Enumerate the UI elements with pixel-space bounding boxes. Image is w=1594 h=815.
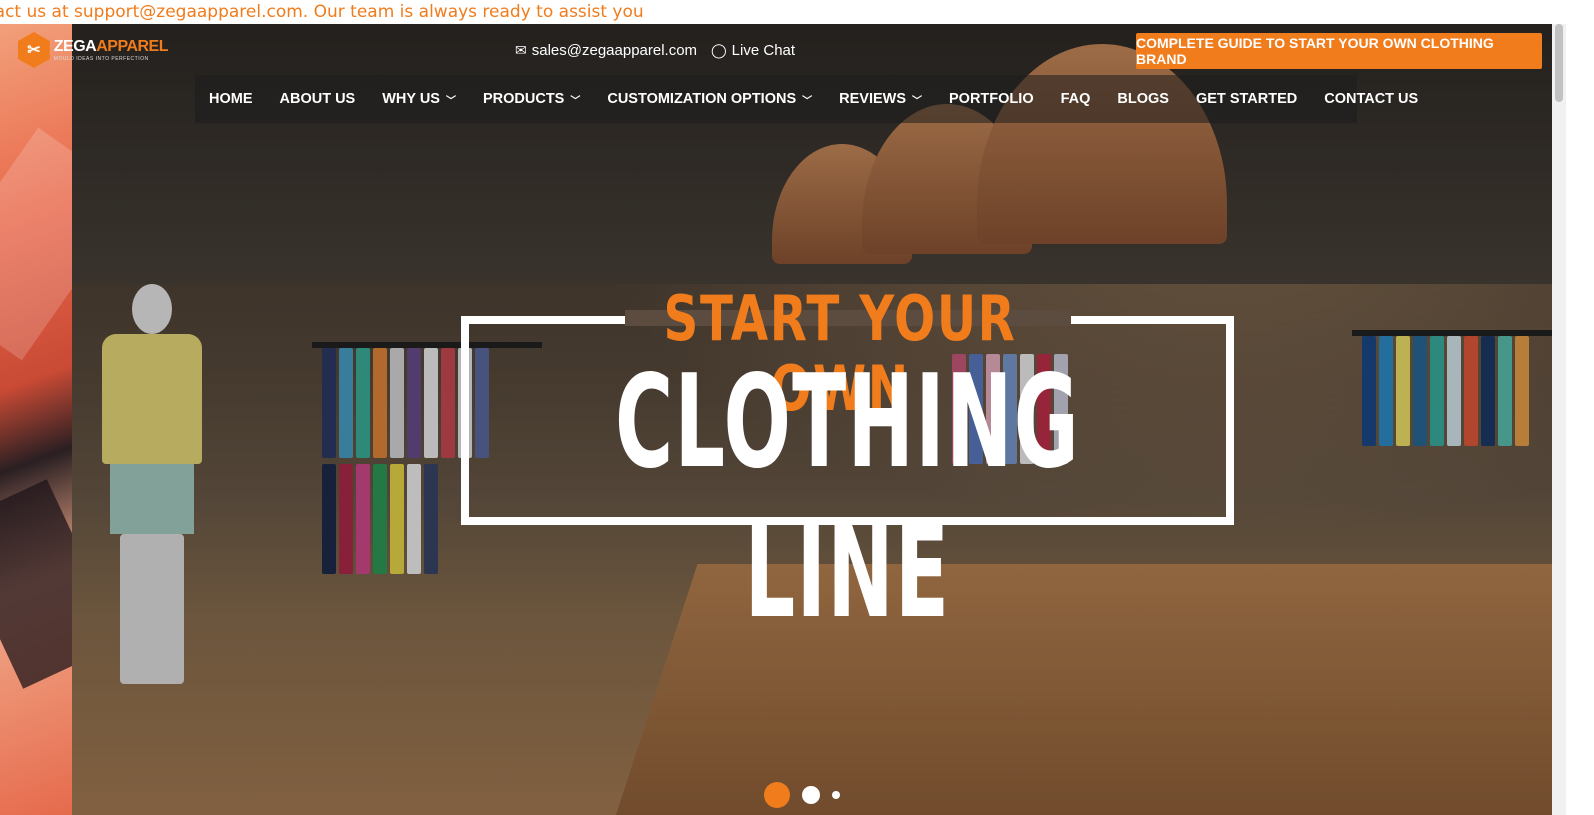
nav-label: HOME [209, 91, 253, 107]
slider-dot-2[interactable] [802, 786, 820, 804]
chat-bubble-icon: ◯ [711, 41, 727, 58]
hero-headline-main: CLOTHING LINE [615, 348, 1080, 647]
live-chat-label: Live Chat [731, 41, 796, 59]
nav-label: ABOUT US [279, 91, 356, 107]
main-navigation: HOME ABOUT US WHY US ﹀ PRODUCTS ﹀ CUSTOMIZ… [195, 75, 1418, 123]
logo-tagline: MOULD IDEAS INTO PERFECTION [53, 55, 149, 62]
nav-label: CONTACT US [1324, 91, 1419, 107]
scrollbar-thumb[interactable] [1555, 24, 1563, 102]
email-label: sales@zegaapparel.com [531, 41, 698, 59]
announcement-ticker: tact us at support@zegaapparel.com. Our … [0, 0, 1580, 24]
nav-label: PRODUCTS [482, 91, 565, 107]
chevron-down-icon: ﹀ [570, 95, 581, 107]
page-scrollbar[interactable] [1552, 24, 1566, 815]
chevron-down-icon: ﹀ [802, 95, 813, 107]
nav-label: BLOGS [1117, 91, 1169, 107]
nav-item-about-us[interactable]: ABOUT US [280, 91, 356, 107]
zega-hex-logo-icon: ✂ [18, 32, 50, 68]
slider-dot-3[interactable] [832, 791, 840, 799]
nav-item-why-us[interactable]: WHY US ﹀ [382, 91, 456, 107]
live-chat-link[interactable]: ◯ Live Chat [711, 40, 795, 60]
nav-label: REVIEWS [839, 91, 907, 107]
logo-name-b: APPAREL [96, 37, 168, 55]
nav-item-customization-options[interactable]: CUSTOMIZATION OPTIONS ﹀ [607, 91, 812, 107]
cta-label: COMPLETE GUIDE TO START YOUR OWN CLOTHIN… [1136, 35, 1494, 67]
chevron-down-icon: ﹀ [912, 95, 923, 107]
nav-label: WHY US [382, 91, 440, 107]
nav-label: GET STARTED [1195, 91, 1298, 107]
chevron-down-icon: ﹀ [445, 95, 456, 107]
nav-item-contact-us[interactable]: CONTACT US [1324, 91, 1418, 107]
logo-name-a: ZEGA [53, 37, 97, 55]
site-logo[interactable]: ✂ ZEGAAPPAREL MOULD IDEAS INTO PERFECTIO… [18, 30, 168, 70]
slider-dot-1[interactable] [764, 782, 790, 808]
clothing-brand-guide-button[interactable]: COMPLETE GUIDE TO START YOUR OWN CLOTHIN… [1136, 33, 1542, 69]
email-link[interactable]: ✉ sales@zegaapparel.com [515, 40, 697, 60]
ticker-text: tact us at support@zegaapparel.com. Our … [0, 2, 644, 22]
nav-item-blogs[interactable]: BLOGS [1117, 91, 1169, 107]
nav-label: CUSTOMIZATION OPTIONS [607, 91, 797, 107]
nav-item-products[interactable]: PRODUCTS ﹀ [483, 91, 580, 107]
nav-label: PORTFOLIO [949, 91, 1034, 107]
nav-item-faq[interactable]: FAQ [1061, 91, 1091, 107]
nav-label: FAQ [1060, 91, 1091, 107]
envelope-icon: ✉ [515, 41, 527, 58]
nav-item-portfolio[interactable]: PORTFOLIO [949, 91, 1034, 107]
nav-item-get-started[interactable]: GET STARTED [1196, 91, 1297, 107]
nav-item-reviews[interactable]: REVIEWS ﹀ [839, 91, 922, 107]
side-background-image [0, 24, 72, 815]
slider-pagination [764, 782, 840, 808]
nav-item-home[interactable]: HOME [209, 91, 253, 107]
